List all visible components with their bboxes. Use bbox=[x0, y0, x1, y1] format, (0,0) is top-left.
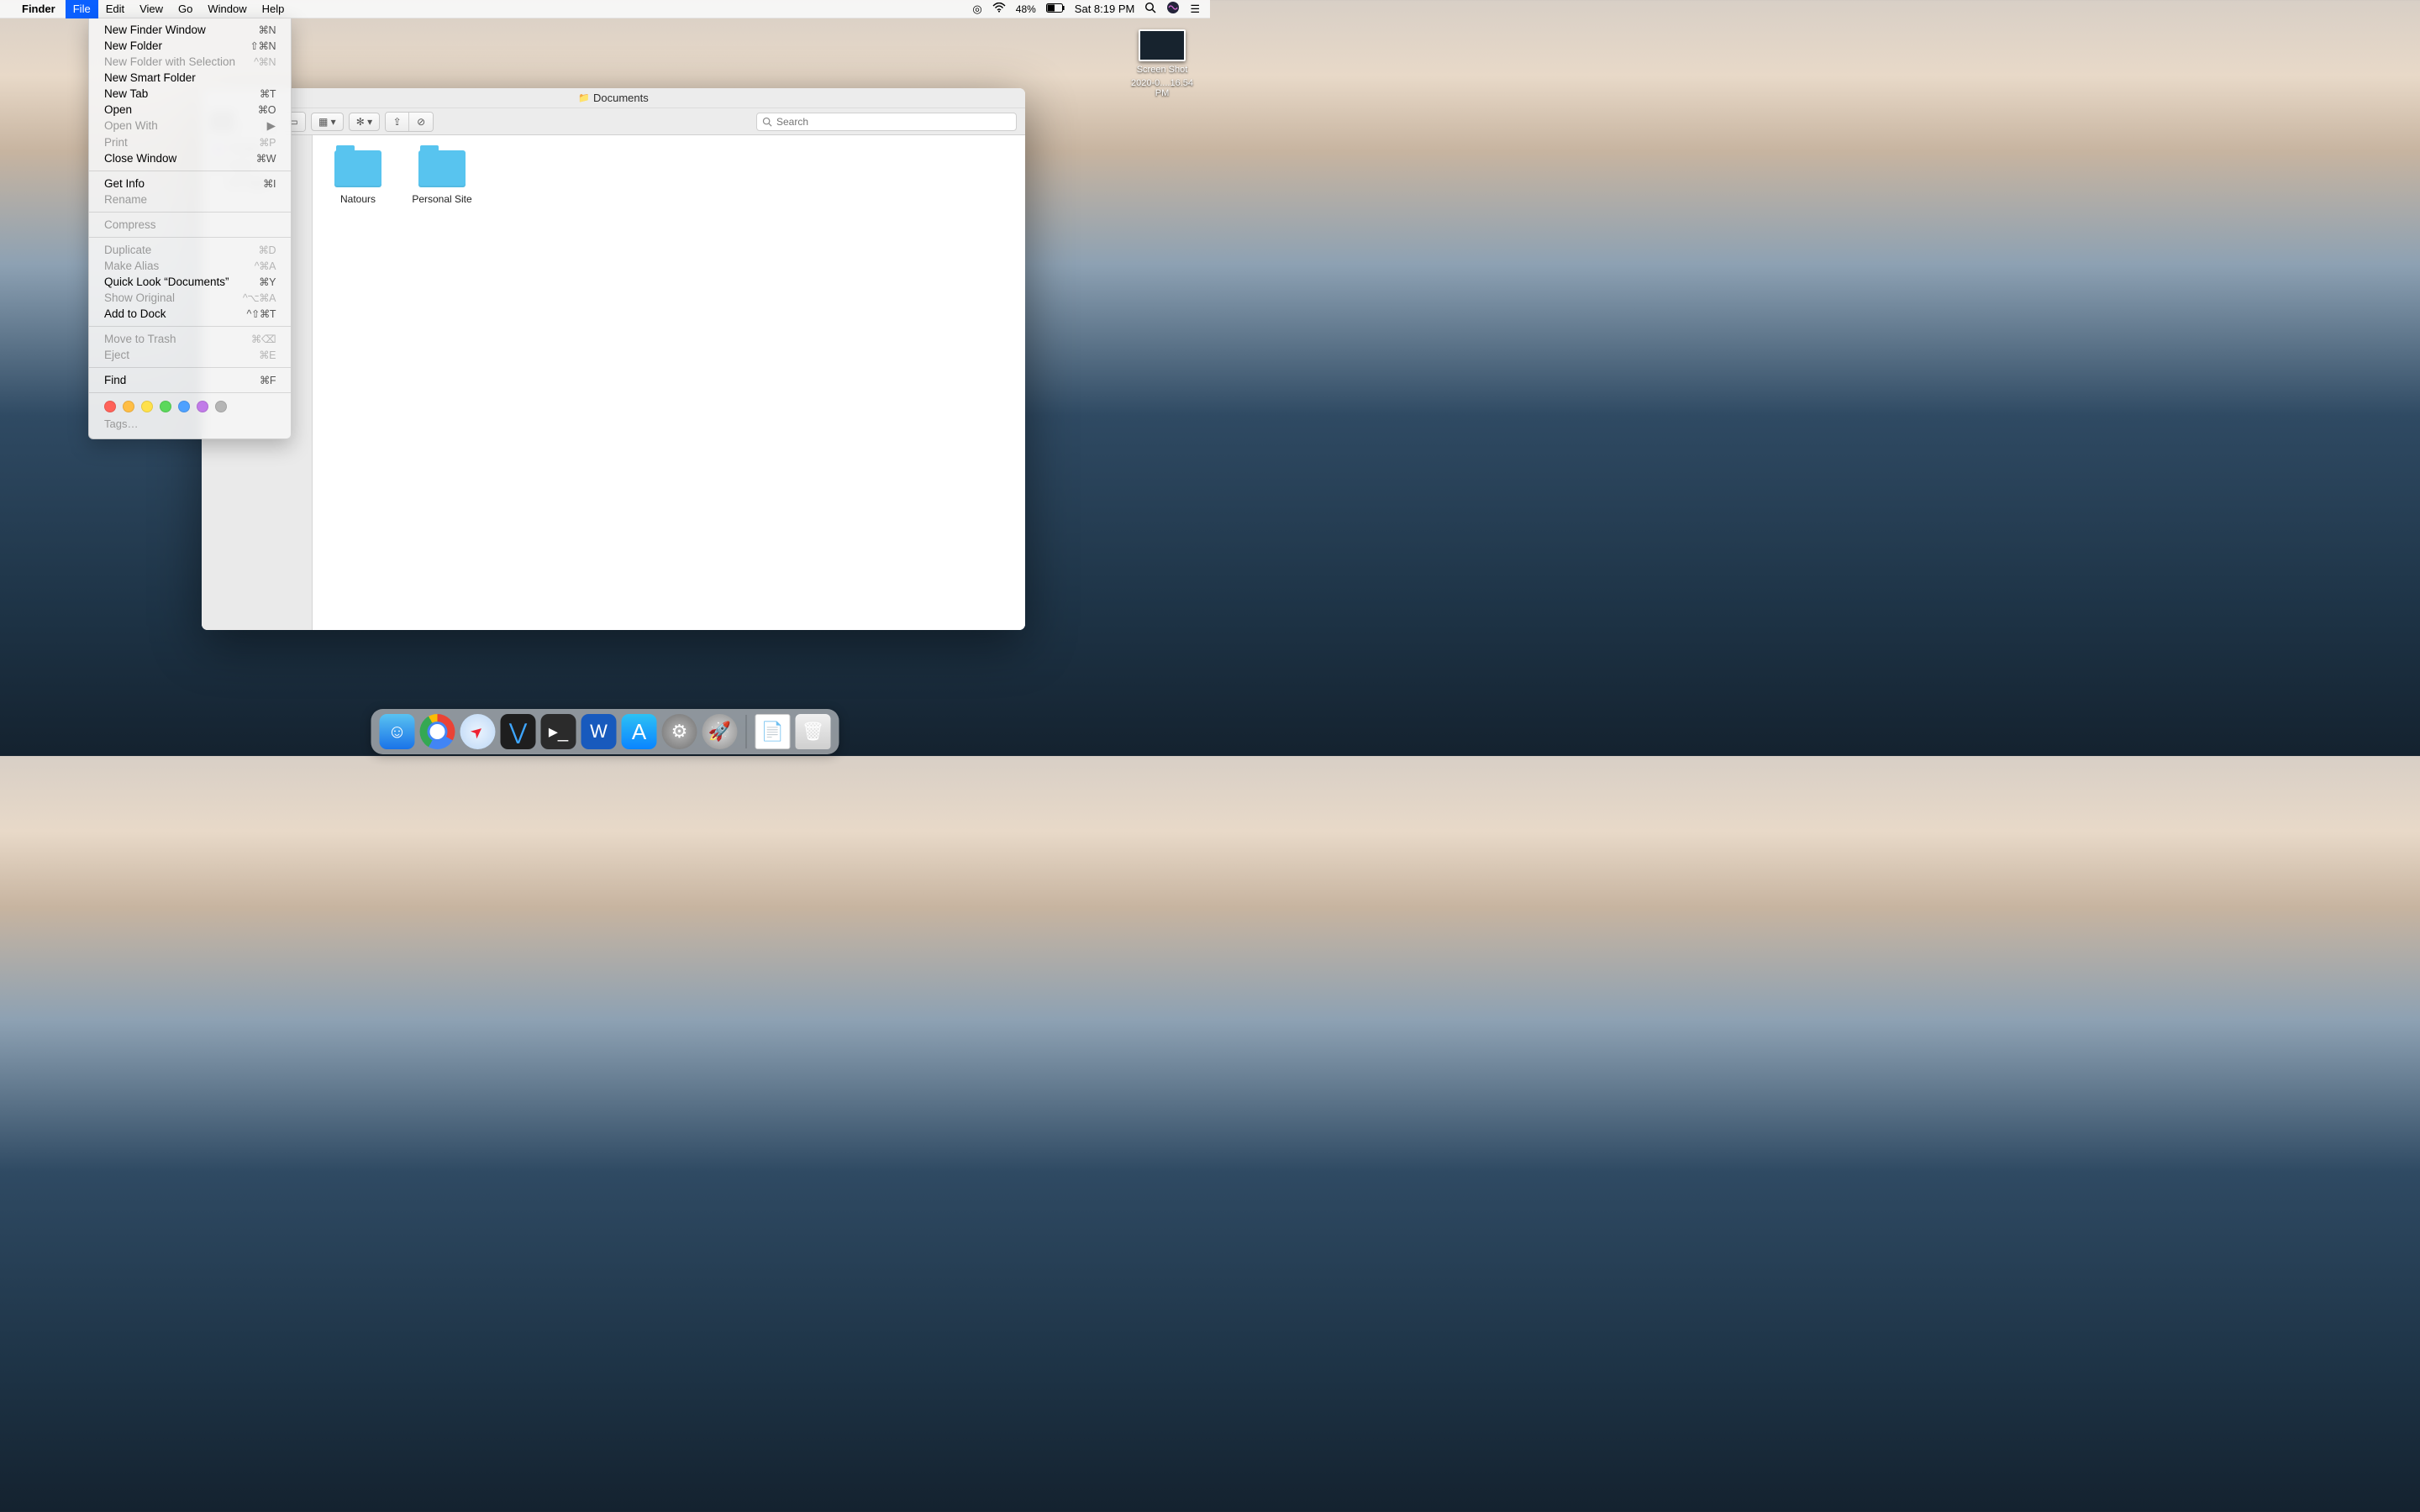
menu-item[interactable]: Open⌘O bbox=[89, 102, 291, 118]
screenshot-name-line1: Screen Shot bbox=[1137, 65, 1188, 75]
share-button[interactable]: ⇪ bbox=[386, 113, 409, 131]
file-menu-dropdown: New Finder Window⌘NNew Folder⇧⌘NNew Fold… bbox=[88, 18, 292, 439]
dock: ☺ ⋁ ▸_ W A ⚙ 🚀 📄 🗑 bbox=[371, 709, 839, 754]
menu-item: Eject⌘E bbox=[89, 347, 291, 363]
tag-color-dot[interactable] bbox=[141, 401, 153, 412]
screenshot-name-line2: 2020-0....16.54 PM bbox=[1124, 78, 1200, 98]
finder-content[interactable]: Natours Personal Site bbox=[313, 135, 1025, 630]
menu-edit[interactable]: Edit bbox=[98, 0, 132, 18]
battery-icon[interactable] bbox=[1046, 3, 1065, 15]
folder-icon bbox=[418, 150, 466, 187]
tag-color-dot[interactable] bbox=[160, 401, 171, 412]
dock-vscode[interactable]: ⋁ bbox=[501, 714, 536, 749]
airdrop-icon[interactable]: ◎ bbox=[972, 3, 981, 16]
folder-icon: 📁 bbox=[578, 92, 590, 103]
tag-button[interactable]: ⊘ bbox=[409, 113, 433, 131]
battery-percent[interactable]: 48% bbox=[1016, 3, 1036, 15]
menu-item: Print⌘P bbox=[89, 134, 291, 150]
dock-terminal[interactable]: ▸_ bbox=[541, 714, 576, 749]
screenshot-thumb-icon bbox=[1139, 29, 1186, 61]
menu-view[interactable]: View bbox=[132, 0, 171, 18]
menu-help[interactable]: Help bbox=[255, 0, 292, 18]
tag-color-dot[interactable] bbox=[215, 401, 227, 412]
tag-color-dot[interactable] bbox=[197, 401, 208, 412]
wifi-icon[interactable] bbox=[992, 3, 1006, 15]
share-group: ⇪ ⊘ bbox=[385, 112, 434, 132]
dock-safari[interactable] bbox=[460, 714, 496, 749]
menu-clock[interactable]: Sat 8:19 PM bbox=[1075, 3, 1135, 15]
spotlight-icon[interactable] bbox=[1144, 2, 1156, 16]
menu-item[interactable]: Close Window⌘W bbox=[89, 150, 291, 166]
notification-center-icon[interactable]: ☰ bbox=[1190, 3, 1200, 16]
menu-item: Move to Trash⌘⌫ bbox=[89, 331, 291, 347]
dock-appstore[interactable]: A bbox=[622, 714, 657, 749]
menu-item[interactable]: New Folder⇧⌘N bbox=[89, 38, 291, 54]
menu-item: Compress bbox=[89, 217, 291, 233]
window-title: Documents bbox=[593, 92, 649, 104]
folder-item[interactable]: Natours bbox=[328, 150, 388, 205]
dock-system-preferences[interactable]: ⚙ bbox=[662, 714, 697, 749]
siri-icon[interactable] bbox=[1166, 1, 1180, 17]
dock-launchpad[interactable]: 🚀 bbox=[702, 714, 738, 749]
search-icon bbox=[762, 117, 772, 127]
finder-window: 📁 Documents ▦ ≡ ▥ ▭ ▦ ▾ ✻ ▾ ⇪ ⊘ Purple G… bbox=[202, 88, 1025, 630]
menu-item[interactable]: Find⌘F bbox=[89, 372, 291, 388]
menu-item: Rename bbox=[89, 192, 291, 207]
search-field[interactable] bbox=[756, 113, 1017, 131]
app-name[interactable]: Finder bbox=[22, 3, 55, 15]
menu-item[interactable]: Quick Look “Documents”⌘Y bbox=[89, 274, 291, 290]
dock-word[interactable]: W bbox=[581, 714, 617, 749]
search-input[interactable] bbox=[776, 116, 1011, 128]
menu-file[interactable]: File bbox=[66, 0, 98, 18]
menu-go[interactable]: Go bbox=[171, 0, 200, 18]
menu-item[interactable]: New Tab⌘T bbox=[89, 86, 291, 102]
menu-item[interactable]: New Smart Folder bbox=[89, 70, 291, 86]
folder-label: Natours bbox=[340, 193, 376, 205]
folder-icon bbox=[334, 150, 381, 187]
folder-label: Personal Site bbox=[412, 193, 471, 205]
folder-item[interactable]: Personal Site bbox=[412, 150, 472, 205]
menu-bar: Finder File Edit View Go Window Help ◎ 4… bbox=[0, 0, 1210, 18]
finder-titlebar[interactable]: 📁 Documents bbox=[202, 88, 1025, 108]
tags-label[interactable]: Tags… bbox=[89, 416, 291, 435]
group-by-button[interactable]: ▦ ▾ bbox=[311, 113, 344, 131]
menu-item[interactable]: New Finder Window⌘N bbox=[89, 22, 291, 38]
menu-item: Duplicate⌘D bbox=[89, 242, 291, 258]
menu-item: Make Alias^⌘A bbox=[89, 258, 291, 274]
menu-item[interactable]: Add to Dock^⇧⌘T bbox=[89, 306, 291, 322]
dock-trash[interactable]: 🗑 bbox=[796, 714, 831, 749]
menu-window[interactable]: Window bbox=[200, 0, 254, 18]
dock-finder[interactable]: ☺ bbox=[380, 714, 415, 749]
dock-chrome[interactable] bbox=[420, 714, 455, 749]
dock-recent-doc[interactable]: 📄 bbox=[755, 714, 791, 749]
dock-separator bbox=[746, 715, 747, 748]
menu-item[interactable]: Get Info⌘I bbox=[89, 176, 291, 192]
tag-color-dot[interactable] bbox=[104, 401, 116, 412]
tag-color-dot[interactable] bbox=[178, 401, 190, 412]
finder-toolbar: ▦ ≡ ▥ ▭ ▦ ▾ ✻ ▾ ⇪ ⊘ bbox=[202, 108, 1025, 135]
menu-item: New Folder with Selection^⌘N bbox=[89, 54, 291, 70]
tag-color-dot[interactable] bbox=[123, 401, 134, 412]
tag-color-row bbox=[89, 397, 291, 416]
menu-item: Open With▶ bbox=[89, 118, 291, 134]
action-button[interactable]: ✻ ▾ bbox=[349, 113, 380, 131]
menu-item: Show Original^⌥⌘A bbox=[89, 290, 291, 306]
desktop-screenshot-item[interactable]: Screen Shot 2020-0....16.54 PM bbox=[1124, 29, 1200, 98]
